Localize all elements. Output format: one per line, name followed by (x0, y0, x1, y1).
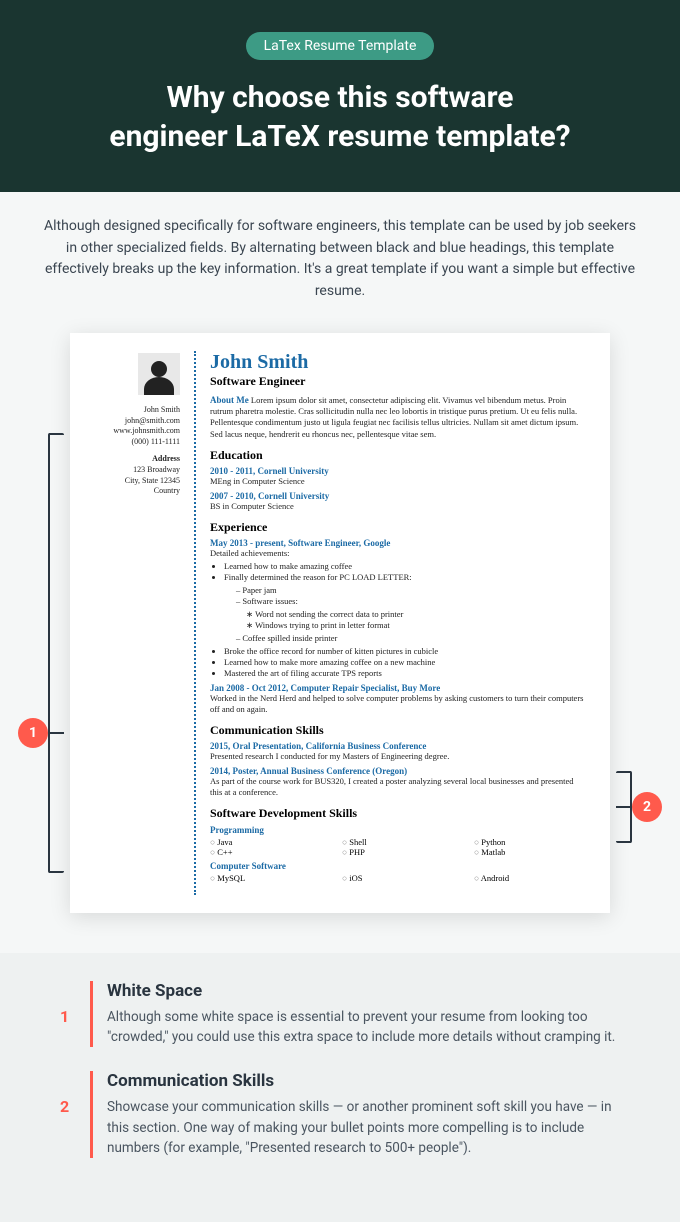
programming-heading: Programming (210, 825, 586, 835)
sidebar-web: www.johnsmith.com (94, 426, 180, 437)
programming-skills: JavaC++ ShellPHP PythonMatlab (210, 837, 586, 857)
comm1-detail: Presented research I conducted for my Ma… (210, 751, 586, 762)
resume-job-title: Software Engineer (210, 374, 586, 389)
education-heading: Education (210, 448, 586, 463)
communication-heading: Communication Skills (210, 723, 586, 738)
software-heading: Computer Software (210, 861, 586, 871)
experience-heading: Experience (210, 520, 586, 535)
exp2-title: Jan 2008 - Oct 2012, Computer Repair Spe… (210, 683, 586, 693)
connector-1 (48, 732, 64, 734)
resume-diagram: 1 2 John Smith john@smith.com www.johnsm… (0, 333, 680, 953)
sidebar-name: John Smith (94, 405, 180, 416)
annotation-title: White Space (107, 981, 620, 1001)
edu1-detail: MEng in Computer Science (210, 476, 586, 487)
sidebar-addr2: City, State 12345 (94, 476, 180, 487)
comm2-detail: As part of the course work for BUS320, I… (210, 776, 586, 798)
edu1-title: 2010 - 2011, Cornell University (210, 466, 586, 476)
hero-section: LaTex Resume Template Why choose this so… (0, 0, 680, 192)
callout-bubble-2: 2 (632, 792, 662, 822)
page-title: Why choose this softwareengineer LaTeX r… (40, 78, 640, 156)
annotation-number: 2 (60, 1071, 74, 1116)
exp2-detail: Worked in the Nerd Herd and helped to so… (210, 693, 586, 715)
callout-bubble-1: 1 (18, 718, 48, 748)
comm1-title: 2015, Oral Presentation, California Busi… (210, 741, 586, 751)
resume-main: John Smith Software Engineer About Me Lo… (194, 351, 586, 895)
sidebar-address-heading: Address (94, 454, 180, 465)
resume-name: John Smith (210, 351, 586, 374)
annotation-text: Showcase your communication skills — or … (107, 1097, 620, 1158)
sidebar-addr1: 123 Broadway (94, 465, 180, 476)
annotation-text: Although some white space is essential t… (107, 1007, 620, 1048)
annotation-1: 1 White Space Although some white space … (60, 981, 620, 1048)
annotation-number: 1 (60, 981, 74, 1026)
resume-sidebar: John Smith john@smith.com www.johnsmith.… (94, 351, 180, 895)
dev-skills-heading: Software Development Skills (210, 806, 586, 821)
intro-paragraph: Although designed specifically for softw… (0, 192, 680, 333)
resume-preview: John Smith john@smith.com www.johnsmith.… (70, 333, 610, 913)
edu2-title: 2007 - 2010, Cornell University (210, 491, 586, 501)
category-pill: LaTex Resume Template (246, 32, 435, 60)
annotations-section: 1 White Space Although some white space … (0, 953, 680, 1222)
about-block: About Me Lorem ipsum dolor sit amet, con… (210, 395, 586, 440)
exp1-detail: Detailed achievements: Learned how to ma… (210, 548, 586, 680)
sidebar-phone: (000) 111-1111 (94, 437, 180, 448)
annotation-2: 2 Communication Skills Showcase your com… (60, 1071, 620, 1158)
exp1-title: May 2013 - present, Software Engineer, G… (210, 538, 586, 548)
avatar-icon (138, 353, 180, 395)
edu2-detail: BS in Computer Science (210, 501, 586, 512)
sidebar-addr3: Country (94, 486, 180, 497)
annotation-title: Communication Skills (107, 1071, 620, 1091)
bracket-left (48, 433, 64, 873)
software-skills: MySQL iOS Android (210, 873, 586, 883)
comm2-title: 2014, Poster, Annual Business Conference… (210, 766, 586, 776)
connector-2 (616, 806, 632, 808)
sidebar-email: john@smith.com (94, 416, 180, 427)
